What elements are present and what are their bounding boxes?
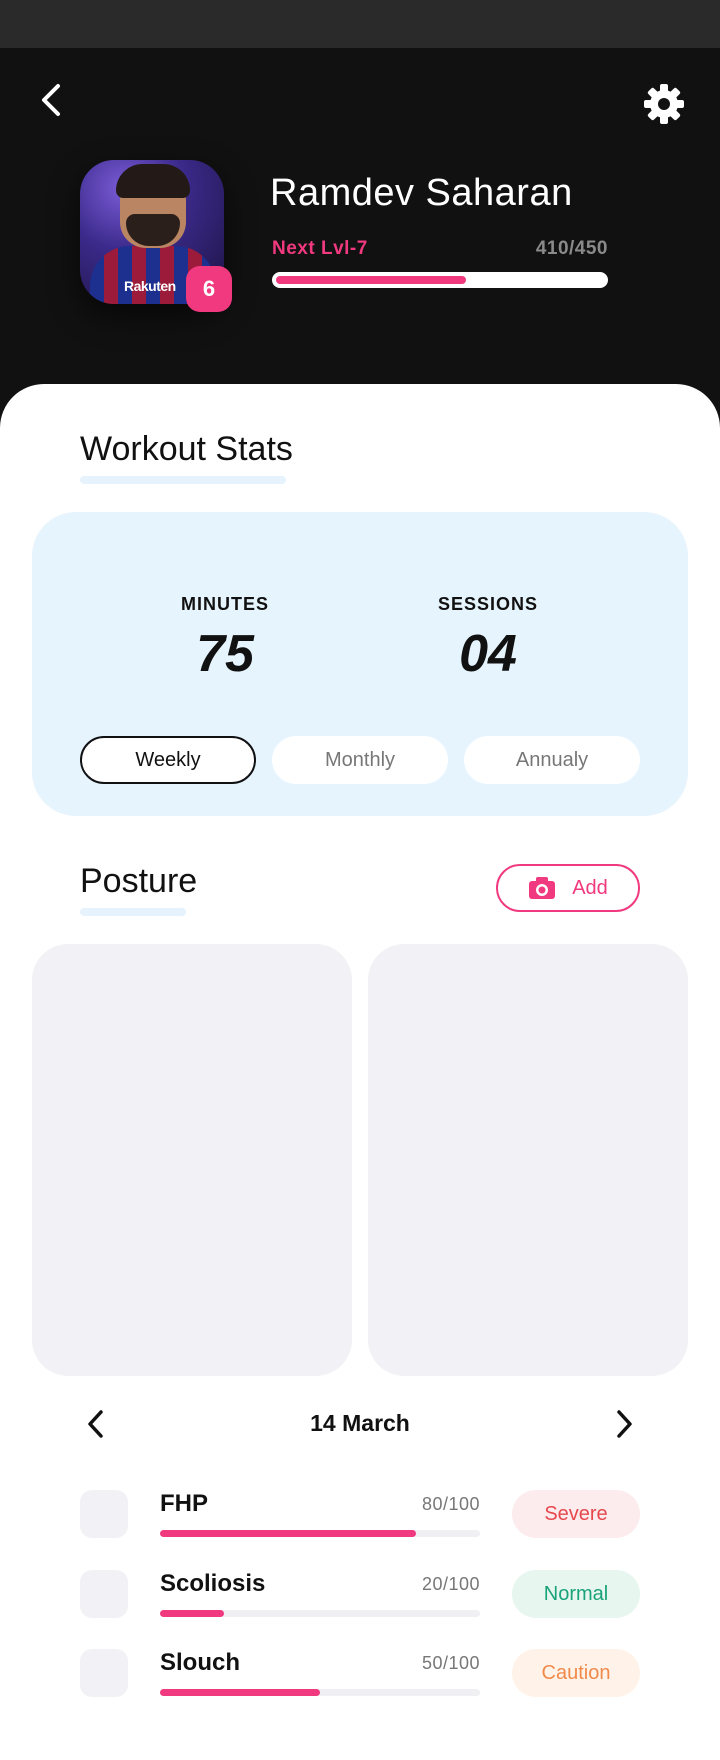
posture-status-badge[interactable]: Normal [512, 1570, 640, 1618]
minutes-value: 75 [196, 625, 254, 683]
posture-underline [80, 908, 186, 916]
posture-score-track [160, 1689, 480, 1696]
period-tab-monthly[interactable]: Monthly [272, 736, 448, 784]
posture-score-fill [160, 1610, 224, 1617]
posture-score: 80/100 [421, 1494, 480, 1514]
posture-photo-side[interactable] [368, 944, 688, 1376]
next-level-label: Next Lvl-7 [272, 238, 368, 259]
posture-score-fill [160, 1689, 320, 1696]
camera-icon [529, 877, 556, 899]
status-bar [0, 0, 720, 48]
posture-row-slouch[interactable]: Slouch 50/100 Caution [0, 1649, 720, 1709]
posture-thumbnail [80, 1570, 128, 1618]
add-posture-button[interactable]: Add [496, 864, 640, 912]
user-name: Ramdev Saharan [270, 172, 573, 214]
posture-photo-front[interactable] [32, 944, 352, 1376]
avatar-hair [116, 164, 190, 198]
posture-score: 50/100 [421, 1653, 480, 1673]
workout-stats-underline [80, 476, 286, 484]
xp-progress-fill [276, 276, 466, 284]
posture-label: Slouch [160, 1649, 241, 1676]
period-tab-annualy[interactable]: Annualy [464, 736, 640, 784]
posture-status-badge[interactable]: Severe [512, 1490, 640, 1538]
posture-score-track [160, 1610, 480, 1617]
posture-thumbnail [80, 1649, 128, 1697]
posture-score-track [160, 1530, 480, 1537]
posture-score-fill [160, 1530, 416, 1537]
workout-stats-title: Workout Stats [80, 430, 293, 468]
previous-date-button[interactable] [74, 1402, 118, 1446]
posture-title: Posture [80, 862, 198, 900]
back-button[interactable] [30, 78, 74, 122]
avatar-shirt-text: Rakuten [124, 278, 176, 294]
sessions-label: SESSIONS [437, 594, 539, 614]
chevron-left-icon [88, 1410, 103, 1438]
chevron-right-icon [617, 1410, 632, 1438]
posture-date: 14 March [310, 1410, 410, 1436]
posture-row-fhp[interactable]: FHP 80/100 Severe [0, 1490, 720, 1550]
sessions-value: 04 [459, 625, 517, 683]
minutes-label: MINUTES [181, 594, 269, 614]
posture-status-badge[interactable]: Caution [512, 1649, 640, 1697]
posture-score: 20/100 [421, 1574, 480, 1594]
xp-count: 410/450 [535, 238, 608, 259]
chevron-left-icon [42, 84, 60, 116]
settings-button[interactable] [640, 80, 688, 128]
period-tab-weekly[interactable]: Weekly [80, 736, 256, 784]
level-badge: 6 [186, 266, 232, 312]
next-date-button[interactable] [602, 1402, 646, 1446]
gear-icon [644, 84, 684, 124]
posture-label: FHP [160, 1490, 208, 1517]
posture-row-scoliosis[interactable]: Scoliosis 20/100 Normal [0, 1570, 720, 1630]
posture-label: Scoliosis [160, 1570, 266, 1597]
add-button-label: Add [572, 876, 608, 899]
xp-progress-bar [272, 272, 608, 288]
posture-thumbnail [80, 1490, 128, 1538]
